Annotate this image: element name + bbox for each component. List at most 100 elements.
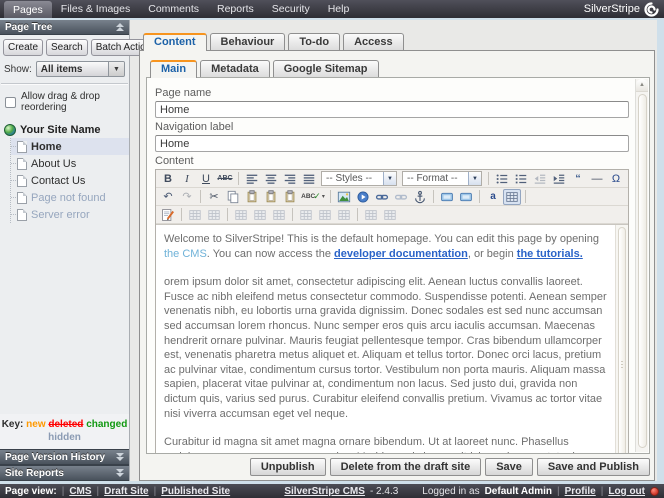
insert-column-before-icon[interactable] xyxy=(297,207,315,223)
cms-link[interactable]: the CMS xyxy=(164,248,207,260)
italic-icon[interactable]: I xyxy=(178,171,196,187)
cms-view-link[interactable]: CMS xyxy=(69,486,91,497)
tab-behaviour[interactable]: Behaviour xyxy=(210,33,286,51)
align-right-icon[interactable] xyxy=(281,171,299,187)
numbered-list-icon[interactable] xyxy=(512,171,530,187)
navigation-label-input[interactable] xyxy=(155,135,629,152)
nav-item-pages[interactable]: Pages xyxy=(4,1,52,18)
paste-icon[interactable] xyxy=(243,189,261,205)
insert-column-after-icon[interactable] xyxy=(316,207,334,223)
tab-content[interactable]: Content xyxy=(143,33,207,51)
separator: | xyxy=(62,486,65,497)
spellcheck-icon[interactable]: ABC✓▾ xyxy=(300,189,326,205)
insert-image-icon[interactable] xyxy=(335,189,353,205)
editor-scrollbar-thumb[interactable] xyxy=(618,227,626,453)
editor-content[interactable]: Welcome to SilverStripe! This is the def… xyxy=(156,224,628,453)
collapse-panel-icon[interactable] xyxy=(116,23,124,32)
logout-link[interactable]: Log out xyxy=(608,486,645,497)
editor-text[interactable]: Welcome to SilverStripe! This is the def… xyxy=(156,225,615,453)
search-button[interactable]: Search xyxy=(46,39,88,56)
split-cells-icon[interactable] xyxy=(362,207,380,223)
insert-row-before-icon[interactable] xyxy=(232,207,250,223)
unlink-icon[interactable] xyxy=(392,189,410,205)
delete-column-icon[interactable] xyxy=(335,207,353,223)
merge-cells-icon[interactable] xyxy=(381,207,399,223)
delete-from-draft-button[interactable]: Delete from the draft site xyxy=(330,458,482,476)
table-cell-properties-icon[interactable] xyxy=(205,207,223,223)
dropdown-arrow-icon[interactable]: ▼ xyxy=(468,172,481,185)
show-filter-dropdown[interactable]: All items ▼ xyxy=(36,61,125,77)
form-scrollbar-thumb[interactable] xyxy=(638,94,647,448)
tree-item-page-not-found[interactable]: Page not found xyxy=(11,189,129,206)
paste-from-word-icon[interactable] xyxy=(281,189,299,205)
profile-link[interactable]: Profile xyxy=(565,486,596,497)
horizontal-rule-icon[interactable]: — xyxy=(588,171,606,187)
edit-html-icon[interactable] xyxy=(159,207,177,223)
editor-scrollbar[interactable] xyxy=(615,225,628,453)
outdent-icon[interactable] xyxy=(531,171,549,187)
paste-as-text-icon[interactable] xyxy=(262,189,280,205)
tab-todo[interactable]: To-do xyxy=(288,33,340,51)
scroll-up-arrow-icon[interactable]: ▲ xyxy=(636,79,648,92)
flash-button-icon[interactable] xyxy=(457,189,475,205)
bold-icon[interactable]: B xyxy=(159,171,177,187)
insert-media-icon[interactable] xyxy=(354,189,372,205)
align-center-icon[interactable] xyxy=(262,171,280,187)
dropdown-arrow-icon[interactable]: ▼ xyxy=(383,172,396,185)
underline-icon[interactable]: U xyxy=(197,171,215,187)
strikethrough-icon[interactable]: ABC xyxy=(216,171,234,187)
subtab-metadata[interactable]: Metadata xyxy=(200,60,270,78)
page-name-input[interactable] xyxy=(155,101,629,118)
nav-item-reports[interactable]: Reports xyxy=(208,0,263,18)
nav-item-help[interactable]: Help xyxy=(319,0,359,18)
undo-icon[interactable]: ↶ xyxy=(159,189,177,205)
form-scrollbar[interactable]: ▲ xyxy=(635,79,648,452)
insert-table-icon[interactable] xyxy=(503,189,521,205)
published-site-link[interactable]: Published Site xyxy=(161,486,230,497)
table-row-properties-icon[interactable] xyxy=(186,207,204,223)
nav-item-security[interactable]: Security xyxy=(263,0,319,18)
indent-icon[interactable] xyxy=(550,171,568,187)
nav-item-comments[interactable]: Comments xyxy=(139,0,208,18)
tab-access[interactable]: Access xyxy=(343,33,404,51)
anchor-icon[interactable] xyxy=(411,189,429,205)
developer-documentation-link[interactable]: developer documentation xyxy=(334,248,468,260)
cut-icon[interactable]: ✂ xyxy=(205,189,223,205)
save-and-publish-button[interactable]: Save and Publish xyxy=(537,458,650,476)
align-left-icon[interactable] xyxy=(243,171,261,187)
attributes-icon[interactable]: a xyxy=(484,189,502,205)
expand-panel-icon[interactable] xyxy=(116,453,124,462)
site-reports-panel[interactable]: Site Reports xyxy=(0,465,129,481)
format-dropdown[interactable]: -- Format -- ▼ xyxy=(402,171,482,186)
insert-link-icon[interactable] xyxy=(373,189,391,205)
tree-item-home[interactable]: Home xyxy=(11,138,129,155)
nav-item-files-images[interactable]: Files & Images xyxy=(52,0,139,18)
delete-row-icon[interactable] xyxy=(270,207,288,223)
special-character-icon[interactable]: Ω xyxy=(607,171,625,187)
draft-site-link[interactable]: Draft Site xyxy=(104,486,148,497)
page-version-history-panel[interactable]: Page Version History xyxy=(0,449,129,465)
page-tree-header[interactable]: Page Tree xyxy=(0,20,129,35)
dropdown-arrow-icon[interactable]: ▼ xyxy=(108,62,124,76)
tree-item-about-us[interactable]: About Us xyxy=(11,155,129,172)
subtab-main[interactable]: Main xyxy=(150,60,197,78)
expand-panel-icon[interactable] xyxy=(116,469,124,478)
create-button[interactable]: Create xyxy=(3,39,43,56)
image-button-icon[interactable] xyxy=(438,189,456,205)
insert-row-after-icon[interactable] xyxy=(251,207,269,223)
save-button[interactable]: Save xyxy=(485,458,533,476)
tree-item-contact-us[interactable]: Contact Us xyxy=(11,172,129,189)
subtab-google-sitemap[interactable]: Google Sitemap xyxy=(273,60,379,78)
tutorials-link[interactable]: the tutorials. xyxy=(517,248,583,260)
silverstripe-cms-link[interactable]: SilverStripe CMS xyxy=(284,486,365,497)
tree-root-your-site-name[interactable]: Your Site Name xyxy=(0,122,129,138)
styles-dropdown[interactable]: -- Styles -- ▼ xyxy=(321,171,397,186)
tree-item-server-error[interactable]: Server error xyxy=(11,206,129,223)
bullet-list-icon[interactable] xyxy=(493,171,511,187)
blockquote-icon[interactable]: “ xyxy=(569,171,587,187)
drag-drop-checkbox[interactable] xyxy=(5,97,16,108)
copy-icon[interactable] xyxy=(224,189,242,205)
align-justify-icon[interactable] xyxy=(300,171,318,187)
redo-icon[interactable]: ↷ xyxy=(178,189,196,205)
unpublish-button[interactable]: Unpublish xyxy=(250,458,326,476)
